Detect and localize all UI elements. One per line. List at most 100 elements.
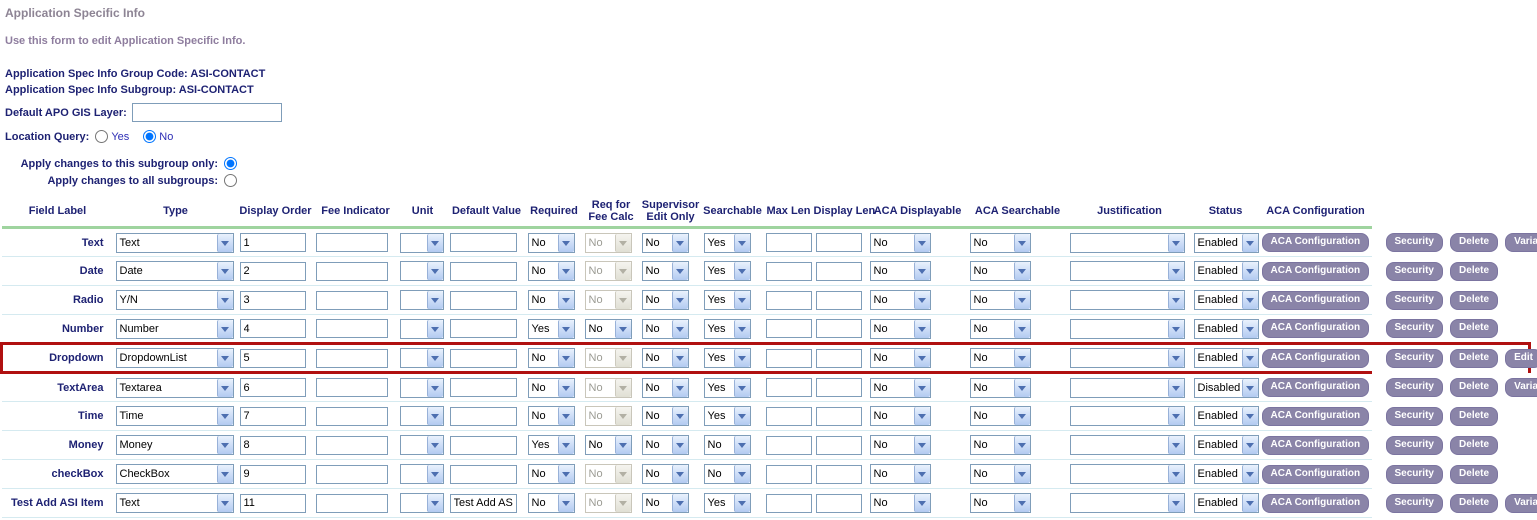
aca-searchable-select[interactable]: No: [970, 319, 1031, 339]
req-fee-calc-select[interactable]: No: [585, 464, 632, 484]
req-fee-calc-select[interactable]: No: [585, 493, 632, 513]
type-select[interactable]: DropdownList: [116, 348, 234, 368]
justification-select[interactable]: [1070, 406, 1185, 426]
req-fee-calc-select[interactable]: No: [585, 233, 632, 253]
justification-select[interactable]: [1070, 464, 1185, 484]
display-order-input[interactable]: [240, 436, 306, 455]
required-select[interactable]: No: [528, 406, 575, 426]
security-button[interactable]: Security: [1386, 436, 1443, 455]
default-value-input[interactable]: [450, 494, 517, 513]
required-select[interactable]: No: [528, 348, 575, 368]
searchable-select[interactable]: Yes: [704, 261, 751, 281]
justification-select[interactable]: [1070, 261, 1185, 281]
fee-indicator-input[interactable]: [316, 262, 388, 281]
default-value-input[interactable]: [450, 291, 517, 310]
aca-displayable-select[interactable]: No: [870, 493, 931, 513]
display-order-input[interactable]: [240, 349, 306, 368]
searchable-select[interactable]: Yes: [704, 319, 751, 339]
fee-indicator-input[interactable]: [316, 291, 388, 310]
default-value-input[interactable]: [450, 436, 517, 455]
req-fee-calc-select[interactable]: No: [585, 435, 632, 455]
aca-searchable-select[interactable]: No: [970, 348, 1031, 368]
aca-searchable-select[interactable]: No: [970, 233, 1031, 253]
max-len-input[interactable]: [766, 319, 812, 338]
unit-select[interactable]: [400, 319, 444, 339]
unit-select[interactable]: [400, 290, 444, 310]
display-len-input[interactable]: [816, 436, 862, 455]
aca-displayable-select[interactable]: No: [870, 348, 931, 368]
extra-action-button[interactable]: Edit: [1505, 349, 1537, 368]
display-order-input[interactable]: [240, 378, 306, 397]
aca-configuration-button[interactable]: ACA Configuration: [1262, 436, 1370, 455]
required-select[interactable]: Yes: [528, 435, 575, 455]
display-len-input[interactable]: [816, 233, 862, 252]
display-order-input[interactable]: [240, 465, 306, 484]
unit-select[interactable]: [400, 233, 444, 253]
location-query-yes-radio[interactable]: [95, 130, 108, 143]
aca-configuration-button[interactable]: ACA Configuration: [1262, 262, 1370, 281]
display-order-input[interactable]: [240, 494, 306, 513]
type-select[interactable]: Number: [116, 319, 234, 339]
supervisor-edit-only-select[interactable]: No: [642, 493, 689, 513]
max-len-input[interactable]: [766, 378, 812, 397]
aca-configuration-button[interactable]: ACA Configuration: [1262, 494, 1370, 513]
max-len-input[interactable]: [766, 436, 812, 455]
default-value-input[interactable]: [450, 319, 517, 338]
display-order-input[interactable]: [240, 407, 306, 426]
display-len-input[interactable]: [816, 291, 862, 310]
aca-displayable-select[interactable]: No: [870, 319, 931, 339]
aca-searchable-select[interactable]: No: [970, 261, 1031, 281]
aca-searchable-select[interactable]: No: [970, 493, 1031, 513]
type-select[interactable]: CheckBox: [116, 464, 234, 484]
default-value-input[interactable]: [450, 349, 517, 368]
delete-button[interactable]: Delete: [1450, 262, 1498, 281]
aca-configuration-button[interactable]: ACA Configuration: [1262, 233, 1370, 252]
status-select[interactable]: Disabled: [1194, 378, 1259, 398]
type-select[interactable]: Textarea: [116, 378, 234, 398]
apply-subgroup-radio[interactable]: [224, 157, 237, 170]
fee-indicator-input[interactable]: [316, 349, 388, 368]
status-select[interactable]: Enabled: [1194, 493, 1259, 513]
aca-displayable-select[interactable]: No: [870, 464, 931, 484]
unit-select[interactable]: [400, 378, 444, 398]
aca-searchable-select[interactable]: No: [970, 435, 1031, 455]
extra-action-button[interactable]: Variable Mapping: [1505, 494, 1537, 513]
supervisor-edit-only-select[interactable]: No: [642, 348, 689, 368]
gis-layer-input[interactable]: [132, 103, 282, 122]
searchable-select[interactable]: Yes: [704, 348, 751, 368]
status-select[interactable]: Enabled: [1194, 261, 1259, 281]
searchable-select[interactable]: No: [704, 435, 751, 455]
apply-all-radio[interactable]: [224, 174, 237, 187]
unit-select[interactable]: [400, 493, 444, 513]
aca-searchable-select[interactable]: No: [970, 464, 1031, 484]
default-value-input[interactable]: [450, 262, 517, 281]
req-fee-calc-select[interactable]: No: [585, 261, 632, 281]
aca-displayable-select[interactable]: No: [870, 406, 931, 426]
status-select[interactable]: Enabled: [1194, 233, 1259, 253]
aca-displayable-select[interactable]: No: [870, 290, 931, 310]
supervisor-edit-only-select[interactable]: No: [642, 261, 689, 281]
extra-action-button[interactable]: Variable Mapping: [1505, 378, 1537, 397]
display-len-input[interactable]: [816, 349, 862, 368]
max-len-input[interactable]: [766, 262, 812, 281]
display-len-input[interactable]: [816, 378, 862, 397]
unit-select[interactable]: [400, 406, 444, 426]
fee-indicator-input[interactable]: [316, 319, 388, 338]
aca-searchable-select[interactable]: No: [970, 406, 1031, 426]
justification-select[interactable]: [1070, 435, 1185, 455]
searchable-select[interactable]: Yes: [704, 378, 751, 398]
status-select[interactable]: Enabled: [1194, 319, 1259, 339]
display-len-input[interactable]: [816, 407, 862, 426]
required-select[interactable]: No: [528, 290, 575, 310]
aca-configuration-button[interactable]: ACA Configuration: [1262, 319, 1370, 338]
unit-select[interactable]: [400, 261, 444, 281]
justification-select[interactable]: [1070, 290, 1185, 310]
supervisor-edit-only-select[interactable]: No: [642, 378, 689, 398]
status-select[interactable]: Enabled: [1194, 348, 1259, 368]
aca-configuration-button[interactable]: ACA Configuration: [1262, 291, 1370, 310]
aca-displayable-select[interactable]: No: [870, 261, 931, 281]
security-button[interactable]: Security: [1386, 291, 1443, 310]
aca-configuration-button[interactable]: ACA Configuration: [1262, 407, 1370, 426]
security-button[interactable]: Security: [1386, 407, 1443, 426]
default-value-input[interactable]: [450, 465, 517, 484]
